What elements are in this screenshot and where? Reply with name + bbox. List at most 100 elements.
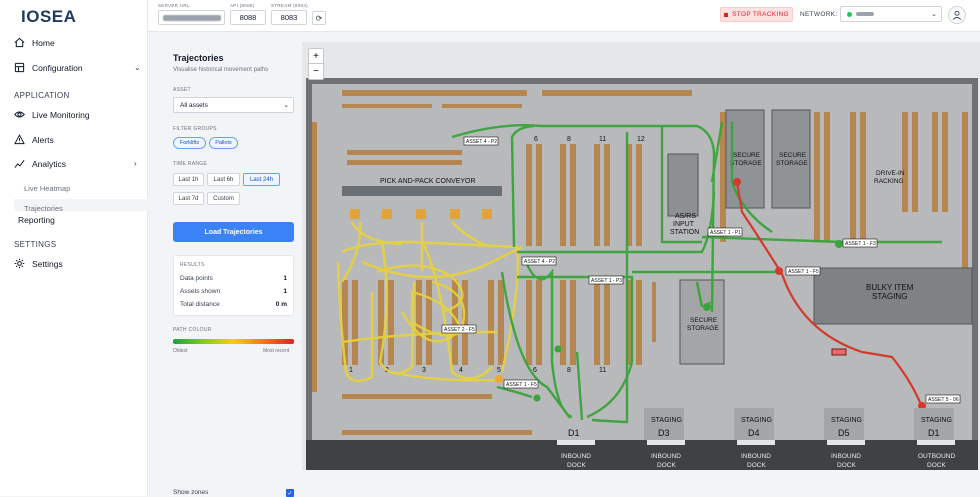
range-last-24h[interactable]: Last 24h	[243, 173, 280, 186]
secure-storage-label-5: SECURE	[690, 317, 718, 324]
bulky-label-2: STAGING	[872, 292, 907, 301]
asset-tag: ASSET 1 - F5	[788, 269, 819, 275]
result-value: 1	[283, 288, 287, 295]
asset-marker	[495, 375, 503, 383]
panel-subtitle: Visualise historical movement paths	[173, 67, 269, 73]
asset-tag: ASSET 1 - F5	[506, 382, 537, 388]
asset-tag: ASSET 5 - 06	[928, 397, 959, 403]
aisle-number: 11	[599, 136, 606, 143]
asset-select-value: All assets	[180, 101, 208, 109]
sidebar-item-trajectories[interactable]: Trajectories	[24, 204, 63, 213]
dock-label: D4	[748, 428, 760, 438]
secure-storage-label-4: STORAGE	[776, 160, 808, 167]
avatar[interactable]	[948, 6, 966, 24]
dock-caption: INBOUND	[741, 453, 771, 460]
zoom-in-button[interactable]: +	[309, 49, 323, 64]
sidebar-item-live-heatmap[interactable]: Live Heatmap	[24, 184, 70, 193]
filter-chip-forklifts[interactable]: Forklifts	[173, 137, 206, 149]
server-url-input[interactable]	[158, 10, 225, 25]
path-segment-marker	[831, 348, 847, 356]
chevron-right-icon[interactable]: ›	[134, 159, 137, 168]
aisle-number: 11	[599, 367, 606, 374]
warehouse-map[interactable]: PICK AND-PACK CONVEYOR AS/RS INPUT STATI…	[302, 42, 980, 470]
staging-label: STAGING	[921, 417, 952, 424]
zoom-out-button[interactable]: −	[309, 64, 323, 79]
section-application: APPLICATION	[14, 91, 70, 100]
conveyor-belt	[342, 186, 502, 196]
filter-groups-label: FILTER GROUPS	[173, 126, 217, 132]
range-custom[interactable]: Custom	[207, 192, 240, 205]
dock-label: D1	[928, 428, 940, 438]
sidebar-item-label: Home	[32, 37, 55, 48]
sidebar-item-alerts[interactable]: Alerts	[14, 134, 54, 145]
refresh-icon: ⟳	[315, 13, 323, 23]
load-trajectories-button[interactable]: Load Trajectories	[173, 222, 294, 242]
redacted-url	[162, 14, 221, 21]
asset-tag: ASSET 1 - P1	[710, 230, 741, 236]
sidebar-item-settings[interactable]: Settings	[14, 258, 63, 269]
zoom-control: + −	[308, 48, 324, 80]
asset-marker	[775, 267, 783, 275]
show-zones-label: Show zones	[173, 489, 209, 496]
dock-caption: INBOUND	[651, 453, 681, 460]
stop-tracking-button[interactable]: STOP TRACKING	[720, 7, 793, 22]
network-label: NETWORK:	[800, 11, 838, 18]
api-label: API (8088)	[230, 3, 255, 8]
refresh-button[interactable]: ⟳	[312, 11, 326, 25]
asset-tag: ASSET 4 - P2	[524, 259, 555, 265]
secure-storage-label-1: SECURE	[733, 152, 761, 159]
alert-icon	[14, 134, 25, 145]
top-bar: SERVER URL API (8088) 8088 STREAM (8083)…	[148, 0, 980, 32]
path-colour-gradient	[173, 339, 294, 344]
asset-select[interactable]: All assets ⌄	[173, 97, 294, 113]
sidebar-item-label: Settings	[32, 258, 63, 269]
secure-storage-label-2: STORAGE	[730, 160, 762, 167]
asset-marker	[733, 178, 741, 186]
sidebar-item-configuration[interactable]: Configuration	[14, 62, 83, 73]
result-label: Data points	[180, 275, 213, 282]
asset-label: ASSET	[173, 87, 191, 93]
aisle-number: 4	[459, 367, 463, 374]
path-colour-label: PATH COLOUR	[173, 327, 212, 333]
sidebar-item-home[interactable]: Home	[14, 37, 55, 48]
gradient-recent-label: Most recent	[263, 348, 290, 354]
range-last-6h[interactable]: Last 6h	[207, 173, 240, 186]
result-value: 1	[283, 275, 287, 282]
sidebar-item-live-monitoring[interactable]: Live Monitoring	[14, 109, 90, 120]
configuration-icon	[14, 62, 25, 73]
dock-caption: DOCK	[747, 462, 766, 469]
api-port-input[interactable]: 8088	[230, 10, 266, 25]
loading-apron	[306, 440, 978, 470]
aisle-number: 3	[422, 367, 426, 374]
dock-label: D5	[838, 428, 850, 438]
stream-port-input[interactable]: 8083	[271, 10, 307, 25]
bulky-label-1: BULKY ITEM	[866, 283, 914, 292]
dock-caption: DOCK	[567, 462, 586, 469]
sidebar-item-label: Reporting	[18, 215, 55, 225]
filter-chip-pallets[interactable]: Pallets	[209, 137, 238, 149]
network-select[interactable]: ⌄	[840, 6, 942, 22]
sidebar-item-reporting[interactable]: Reporting	[18, 215, 55, 225]
range-last-7d[interactable]: Last 7d	[173, 192, 204, 205]
aisle-number: 5	[497, 367, 501, 374]
secure-storage-label-6: STORAGE	[687, 325, 719, 332]
sidebar-item-label: Configuration	[32, 62, 83, 73]
dock-label: D1	[568, 428, 580, 438]
time-range-label: TIME RANGE	[173, 161, 208, 167]
chevron-down-icon: ⌄	[283, 102, 289, 109]
redacted-network	[856, 12, 874, 16]
trajectories-panel: Trajectories Visualise historical moveme…	[163, 42, 301, 497]
dock-caption: DOCK	[837, 462, 856, 469]
result-label: Assets shown	[180, 288, 221, 295]
chevron-down-icon[interactable]: ⌄	[134, 63, 141, 72]
range-last-1h[interactable]: Last 1h	[173, 173, 204, 186]
sidebar-item-label: Analytics	[32, 158, 67, 169]
stream-label: STREAM (8083)	[271, 3, 308, 8]
home-icon	[14, 37, 25, 48]
results-box: RESULTS Data points 1 Assets shown 1 Tot…	[173, 255, 294, 316]
aisle-number: 8	[567, 367, 571, 374]
staging-label: STAGING	[741, 417, 772, 424]
gear-icon	[14, 258, 25, 269]
sidebar-item-analytics[interactable]: Analytics	[14, 158, 66, 169]
sidebar: IOSEA Home Configuration ⌄ APPLICATION L…	[0, 0, 148, 496]
